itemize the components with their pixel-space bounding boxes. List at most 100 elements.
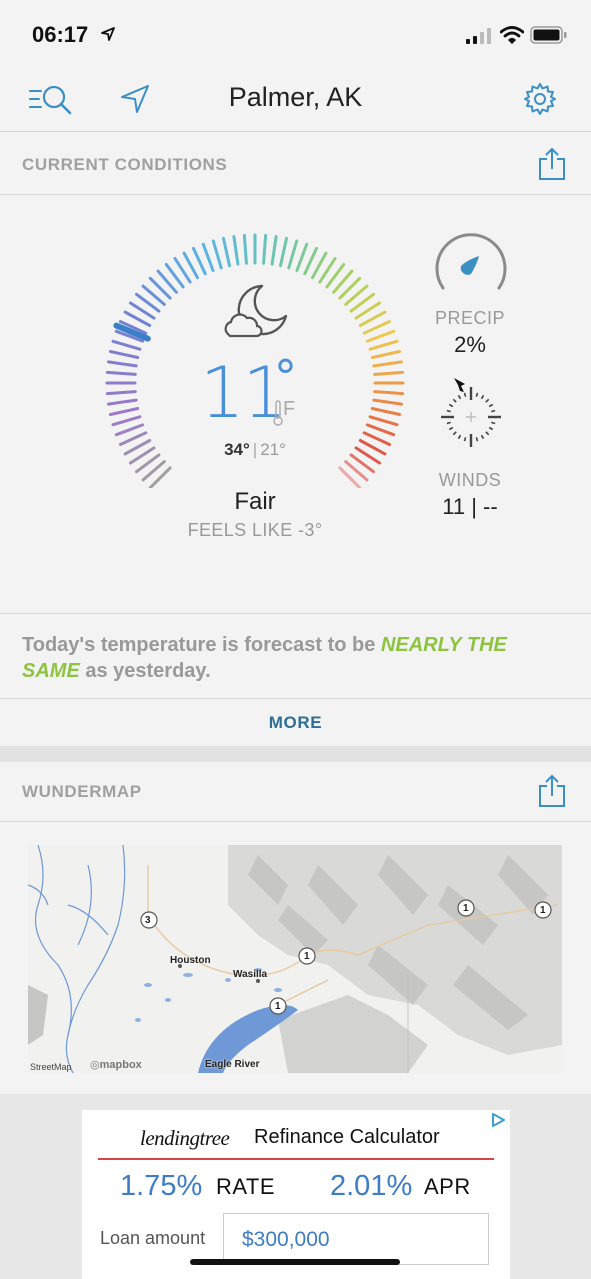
compass-tick (463, 437, 467, 442)
compass-tick (485, 431, 490, 436)
gauge-tick (111, 415, 142, 427)
low-temp: 21° (260, 440, 286, 459)
mapbox-icon: ◎ (90, 1059, 100, 1071)
gauge-tick (111, 339, 142, 351)
winds-label: WINDS (438, 470, 502, 490)
section-title: WUNDERMAP (22, 782, 142, 801)
high-low-temps: 34° | 21° (170, 440, 340, 460)
gauge-tick (270, 235, 278, 266)
ad-divider (98, 1158, 494, 1160)
wind-compass-icon (441, 378, 501, 447)
ad-title: Refinance Calculator (254, 1126, 440, 1148)
gauge-tick (365, 423, 396, 437)
wundermap-header: WUNDERMAP (0, 762, 591, 822)
status-time: 06:17 (32, 22, 89, 47)
gauge-tick (108, 407, 140, 416)
gauge-tick (373, 390, 405, 396)
gauge-tick (232, 235, 240, 266)
wifi-icon (500, 26, 524, 44)
compass-tick (488, 403, 494, 408)
current-conditions-header: CURRENT CONDITIONS (0, 133, 591, 195)
gauge-tick (368, 339, 399, 351)
gauge-tick (373, 370, 405, 376)
compass-tick (475, 437, 479, 442)
gauge-tick (362, 320, 392, 335)
gauge-tick (201, 242, 215, 273)
compass-tick (485, 398, 490, 403)
gauge-tick (368, 415, 399, 427)
compass-tick (457, 434, 462, 440)
hilo-separator: | (252, 440, 258, 459)
gauge-tick (107, 398, 138, 406)
raindrop-icon (460, 256, 479, 275)
summary-suffix: as yesterday. (79, 660, 211, 682)
mapbox-logo: ◎mapbox (90, 1058, 142, 1071)
section-title: CURRENT CONDITIONS (22, 155, 228, 174)
condition-text: Fair (234, 488, 276, 515)
gauge-tick (287, 239, 299, 270)
route-marker: 3 (145, 915, 151, 926)
status-bar: 06:17 (0, 0, 591, 68)
compass-tick (475, 392, 479, 397)
wundermap-map[interactable]: 3 1 1 1 1 Houston Wasilla Eagle River St… (28, 845, 562, 1073)
gauge-tick (118, 431, 148, 446)
gauge-tick (370, 407, 402, 416)
high-temp: 34° (224, 440, 250, 459)
share-icon[interactable] (538, 774, 566, 808)
compass-tick (463, 392, 467, 397)
gauge-tick (370, 350, 402, 359)
route-marker: 1 (304, 951, 310, 962)
precip-gauge (435, 233, 507, 290)
forecast-summary: Today's temperature is forecast to be NE… (0, 613, 591, 699)
route-marker: 1 (275, 1001, 281, 1012)
compass-tick (491, 409, 496, 413)
compass-tick (448, 403, 454, 408)
compass-tick (491, 421, 496, 425)
winds-value: 11 | -- (442, 494, 498, 519)
moon-cloud-icon (224, 284, 288, 338)
degree-symbol: ° (274, 350, 297, 404)
compass-tick (480, 394, 485, 400)
loan-amount-label: Loan amount (100, 1228, 206, 1248)
gauge-tick (279, 236, 288, 268)
cellular-signal-icon (466, 28, 491, 44)
gauge-tick (211, 239, 223, 270)
adchoices-icon[interactable] (490, 1112, 506, 1128)
feels-like: FEELS LIKE -3° (187, 520, 323, 540)
compass-tick (446, 409, 451, 413)
rate-label: RATE (216, 1174, 276, 1199)
compass-tick (448, 426, 454, 431)
nav-bar: Palmer, AK (0, 68, 591, 132)
loan-amount-field[interactable]: $300,000 (223, 1213, 489, 1265)
mapbox-label: mapbox (99, 1059, 142, 1071)
map-attribution: StreetMap (30, 1062, 72, 1072)
share-icon[interactable] (538, 147, 566, 181)
ad-banner[interactable]: lendingtree Refinance Calculator 1.75% R… (82, 1110, 510, 1279)
gauge-tick (107, 360, 138, 368)
map-place-label: Houston (170, 955, 211, 966)
more-button[interactable]: MORE (0, 700, 591, 746)
gauge-tick (222, 236, 231, 268)
map-terrain (28, 845, 562, 1073)
section-divider (0, 746, 591, 762)
compass-tick (446, 421, 451, 425)
home-indicator (190, 1259, 400, 1265)
lendingtree-logo: lendingtree (140, 1126, 230, 1150)
compass-tick (452, 398, 457, 403)
gauge-tick (372, 398, 403, 406)
temperature-unit: F (283, 398, 296, 420)
apr-value: 2.01% (330, 1170, 413, 1202)
gauge-tick (295, 242, 309, 273)
map-place-label: Eagle River (205, 1059, 260, 1070)
gear-icon[interactable] (523, 82, 557, 116)
precip-value: 2% (454, 332, 486, 357)
gauge-tick (303, 246, 318, 276)
route-marker: 1 (540, 905, 546, 916)
summary-prefix: Today's temperature is forecast to be (22, 634, 381, 656)
map-place-label: Wasilla (233, 969, 268, 980)
gauge-tick (192, 246, 207, 276)
location-arrow-icon (101, 27, 115, 41)
gauge-tick (362, 431, 392, 446)
page-title: Palmer, AK (228, 82, 363, 112)
rate-value: 1.75% (120, 1170, 203, 1202)
